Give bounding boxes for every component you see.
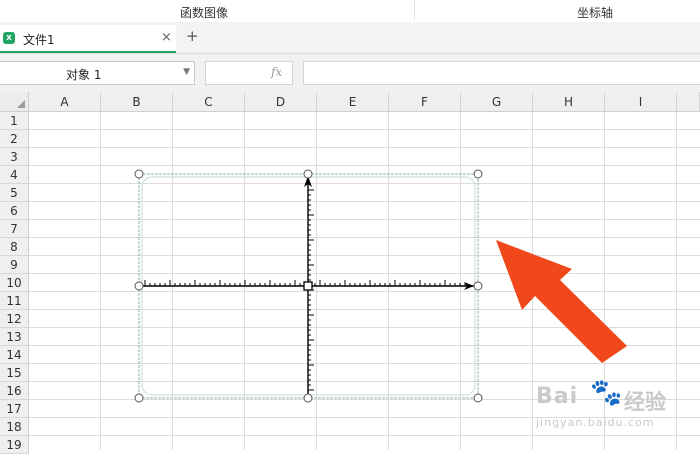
paw-icon: 🐾 [590,378,623,408]
watermark-name: 经验 [624,390,666,414]
baidu-jingyan-watermark: Bai 🐾 经验 jingyan.baidu.com [536,378,700,450]
resize-handle-bottom-left[interactable] [134,393,144,403]
resize-handle-top-right[interactable] [473,169,483,179]
annotation-arrow-icon [496,240,627,363]
resize-handle-right[interactable] [473,281,483,291]
resize-handle-left[interactable] [134,281,144,291]
resize-handle-top-left[interactable] [134,169,144,179]
axis-object[interactable] [134,169,483,403]
origin-handle[interactable] [303,281,313,291]
resize-handle-bottom-right[interactable] [473,393,483,403]
watermark-logo: Bai [536,384,579,409]
resize-handle-bottom[interactable] [303,393,313,403]
resize-handle-top[interactable] [303,169,313,179]
watermark-url: jingyan.baidu.com [536,416,655,429]
